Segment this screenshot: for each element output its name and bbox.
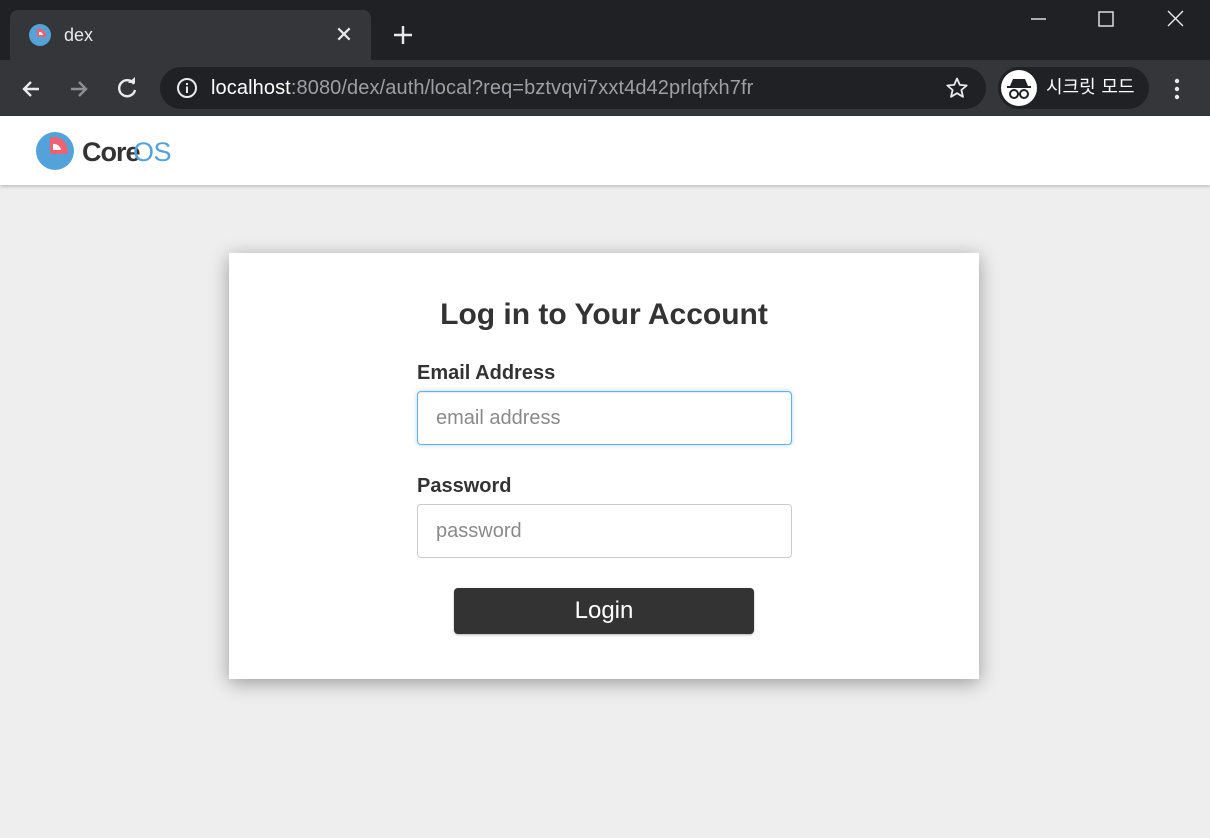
url-path: :8080/dex/auth/local?req=bztvqvi7xxt4d42… <box>290 77 754 99</box>
star-icon[interactable] <box>945 76 969 100</box>
window-close-icon[interactable] <box>1158 6 1192 34</box>
back-arrow-icon[interactable] <box>16 74 46 104</box>
url-host: localhost <box>211 77 291 99</box>
password-label: Password <box>417 475 512 497</box>
url-text[interactable]: localhost:8080/dex/auth/local?req=bztvqv… <box>211 76 753 100</box>
tab-title: dex <box>64 25 94 45</box>
new-tab-plus-icon[interactable] <box>389 21 417 49</box>
reload-icon[interactable] <box>112 74 142 104</box>
tab-dex[interactable]: dex ✕ <box>10 10 371 60</box>
logo-text-os: OS <box>133 137 172 167</box>
incognito-avatar <box>1001 70 1037 106</box>
browser-chrome: dex ✕ localhost:8080/dex/auth/local?req=… <box>0 0 1210 116</box>
login-button[interactable]: Login <box>454 588 754 634</box>
minimize-icon[interactable] <box>1021 6 1055 34</box>
incognito-icon <box>1007 79 1031 99</box>
maximize-icon[interactable] <box>1089 6 1123 34</box>
dex-favicon-icon <box>29 24 51 46</box>
logo-text-core: Core <box>82 137 141 167</box>
tab-close-icon[interactable]: ✕ <box>333 24 355 46</box>
coreos-logo-icon <box>36 132 74 170</box>
address-bar[interactable]: localhost:8080/dex/auth/local?req=bztvqv… <box>160 67 986 109</box>
page-header: Core OS <box>0 116 1210 185</box>
email-field[interactable] <box>417 391 792 445</box>
incognito-label: 시크릿 모드 <box>1046 77 1135 98</box>
forward-arrow-icon[interactable] <box>64 74 94 104</box>
browser-toolbar: localhost:8080/dex/auth/local?req=bztvqv… <box>0 60 1210 116</box>
login-card: Log in to Your Account Email Address Pas… <box>229 253 979 679</box>
email-label: Email Address <box>417 362 556 384</box>
tab-strip: dex ✕ <box>0 0 1210 60</box>
incognito-indicator[interactable]: 시크릿 모드 <box>998 67 1149 109</box>
page-title: Log in to Your Account <box>440 298 768 331</box>
password-field[interactable] <box>417 504 792 558</box>
info-icon[interactable] <box>176 77 198 99</box>
more-vertical-icon[interactable] <box>1165 74 1189 104</box>
